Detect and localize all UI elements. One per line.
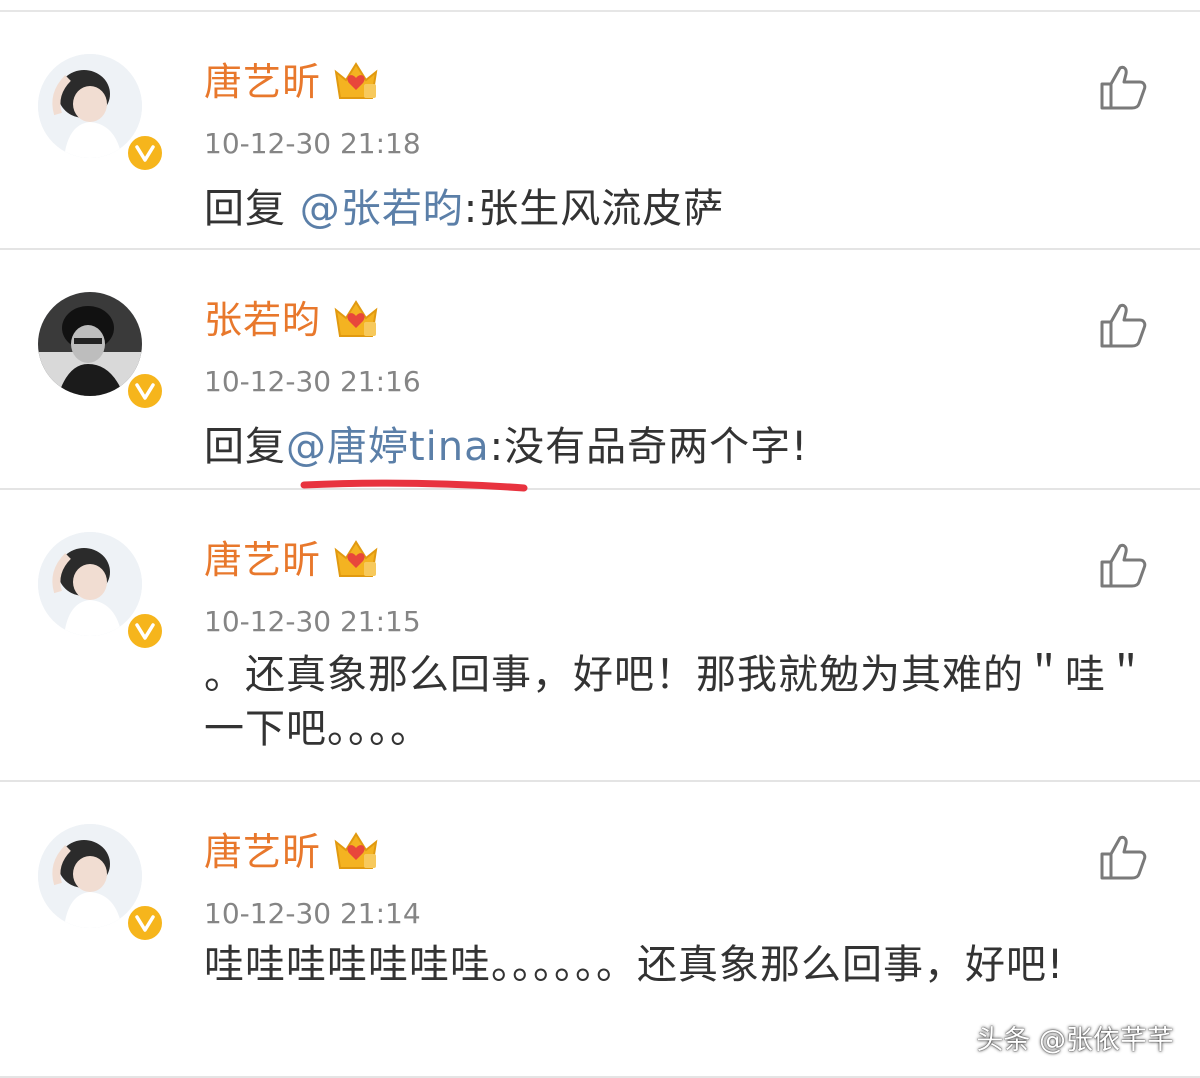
verified-badge-icon xyxy=(125,903,165,943)
comment-text: 回复@唐婷tina:没有品奇两个字! xyxy=(204,420,1164,474)
avatar[interactable] xyxy=(38,54,142,158)
verified-badge-icon xyxy=(125,371,165,411)
avatar[interactable] xyxy=(38,824,142,928)
comment-item: 张若昀 10-12-30 21:16 回复@唐婷tina:没有品奇两个字! xyxy=(0,250,1200,490)
thumbs-up-icon[interactable] xyxy=(1098,300,1148,350)
reply-prefix: 回复 xyxy=(204,424,286,470)
avatar[interactable] xyxy=(38,292,142,396)
reply-prefix: 回复 xyxy=(204,186,300,232)
source-watermark: 头条 @张依芊芊 xyxy=(976,1025,1174,1056)
crown-level-icon xyxy=(334,62,378,99)
timestamp: 10-12-30 21:14 xyxy=(204,897,421,930)
comment-body: :没有品奇两个字! xyxy=(489,424,809,470)
thumbs-up-icon[interactable] xyxy=(1098,540,1148,590)
username[interactable]: 唐艺昕 xyxy=(204,826,321,878)
timestamp: 10-12-30 21:15 xyxy=(204,605,421,638)
comment-item: 唐艺昕 10-12-30 21:18 回复 @张若昀:张生风流皮萨 xyxy=(0,12,1200,250)
avatar[interactable] xyxy=(38,532,142,636)
comment-text: 哇哇哇哇哇哇哇。。。。。。还真象那么回事，好吧! xyxy=(204,942,1065,988)
mention-link[interactable]: @张若昀 xyxy=(300,186,464,232)
username[interactable]: 唐艺昕 xyxy=(204,56,321,108)
crown-level-icon xyxy=(334,300,378,337)
timestamp: 10-12-30 21:18 xyxy=(204,127,421,160)
username[interactable]: 张若昀 xyxy=(204,294,321,346)
comment-body: :张生风流皮萨 xyxy=(463,186,725,232)
timestamp: 10-12-30 21:16 xyxy=(204,365,421,398)
crown-level-icon xyxy=(334,540,378,577)
verified-badge-icon xyxy=(125,133,165,173)
mention-link[interactable]: @唐婷tina xyxy=(286,424,490,470)
crown-level-icon xyxy=(334,832,378,869)
thumbs-up-icon[interactable] xyxy=(1098,62,1148,112)
thumbs-up-icon[interactable] xyxy=(1098,832,1148,882)
username[interactable]: 唐艺昕 xyxy=(204,534,321,586)
comment-feed: 唐艺昕 10-12-30 21:18 回复 @张若昀:张生风流皮萨 张若昀 10… xyxy=(0,0,1200,1078)
comment-text: 回复 @张若昀:张生风流皮萨 xyxy=(204,182,1164,236)
comment-item: 唐艺昕 10-12-30 21:15 。还真象那么回事，好吧！那我就勉为其难的＂… xyxy=(0,490,1200,782)
comment-text: 。还真象那么回事，好吧！那我就勉为其难的＂哇＂一下吧。。。。 xyxy=(204,652,1147,752)
verified-badge-icon xyxy=(125,611,165,651)
